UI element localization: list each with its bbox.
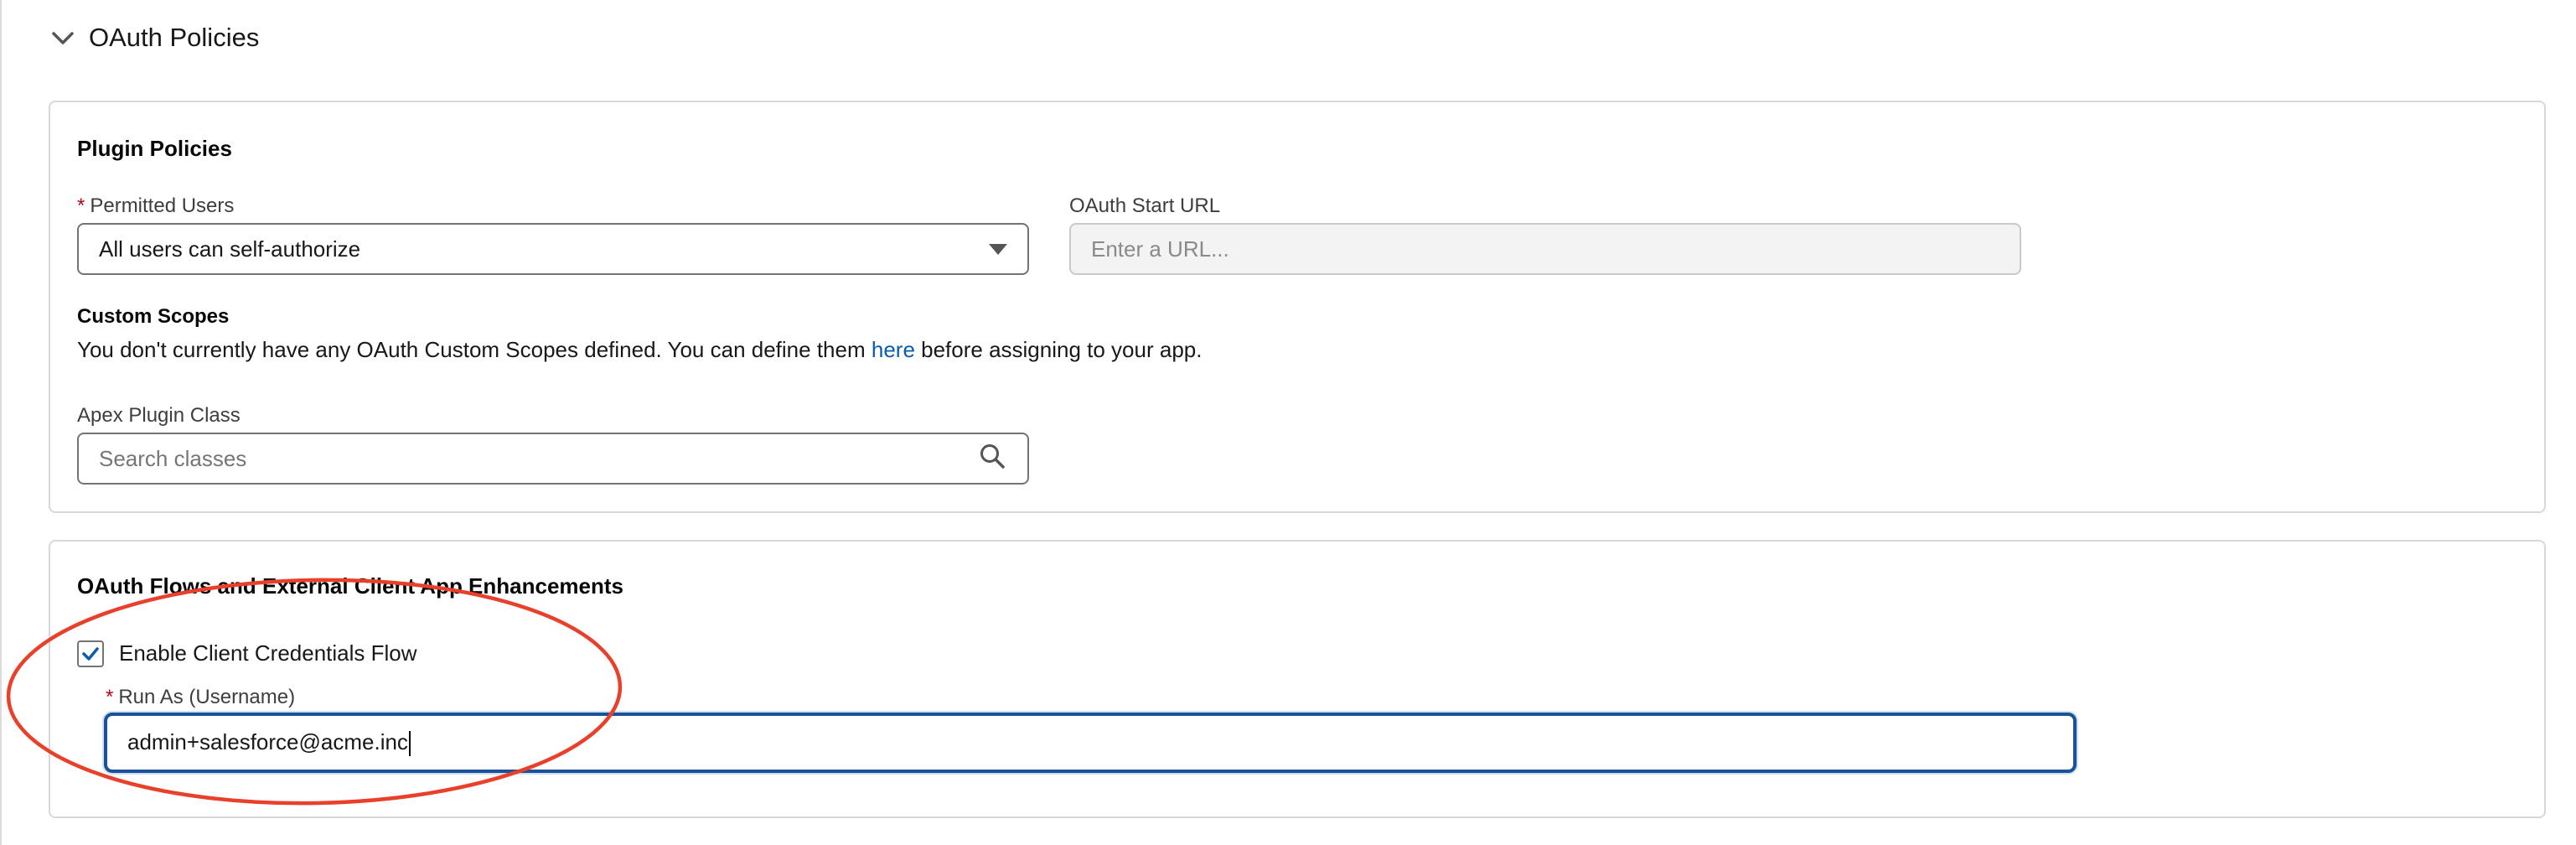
search-icon[interactable] [977, 441, 1007, 477]
apex-plugin-class-placeholder: Search classes [99, 445, 247, 471]
required-marker: * [77, 194, 85, 217]
apex-plugin-class-label: Apex Plugin Class [77, 404, 241, 427]
apex-plugin-class-search[interactable]: Search classes [77, 433, 1029, 485]
plugin-policies-card: Plugin Policies * Permitted Users All use… [49, 101, 2546, 513]
define-scopes-link[interactable]: here [872, 337, 915, 362]
dropdown-arrow-icon[interactable] [989, 243, 1007, 255]
run-as-username-input[interactable]: admin+salesforce@acme.inc [104, 713, 2077, 773]
checkmark-icon [82, 647, 99, 661]
run-as-username-value: admin+salesforce@acme.inc [127, 729, 2053, 757]
oauth-start-url-placeholder: Enter a URL... [1091, 236, 1229, 262]
run-as-label: * Run As (Username) [106, 686, 296, 708]
section-title: OAuth Policies [89, 23, 260, 52]
required-marker: * [106, 686, 114, 708]
oauth-flows-title: OAuth Flows and External Client App Enha… [77, 573, 624, 599]
oauth-flows-card: OAuth Flows and External Client App Enha… [49, 540, 2546, 818]
oauth-start-url-input: Enter a URL... [1069, 223, 2021, 275]
oauth-start-url-label: OAuth Start URL [1069, 194, 1221, 217]
left-divider [0, 0, 2, 845]
permitted-users-label: * Permitted Users [77, 194, 235, 217]
custom-scopes-title: Custom Scopes [77, 305, 230, 328]
client-credentials-label[interactable]: Enable Client Credentials Flow [119, 640, 417, 666]
custom-scopes-text: You don't currently have any OAuth Custo… [77, 337, 1203, 362]
oauth-policies-toggle[interactable]: OAuth Policies [49, 18, 259, 57]
permitted-users-select[interactable]: All users can self-authorize [77, 223, 1029, 275]
permitted-users-value: All users can self-authorize [99, 236, 361, 262]
client-credentials-checkbox[interactable] [77, 640, 104, 667]
text-cursor [408, 731, 411, 757]
plugin-policies-title: Plugin Policies [77, 136, 232, 161]
chevron-down-icon[interactable] [49, 23, 77, 52]
